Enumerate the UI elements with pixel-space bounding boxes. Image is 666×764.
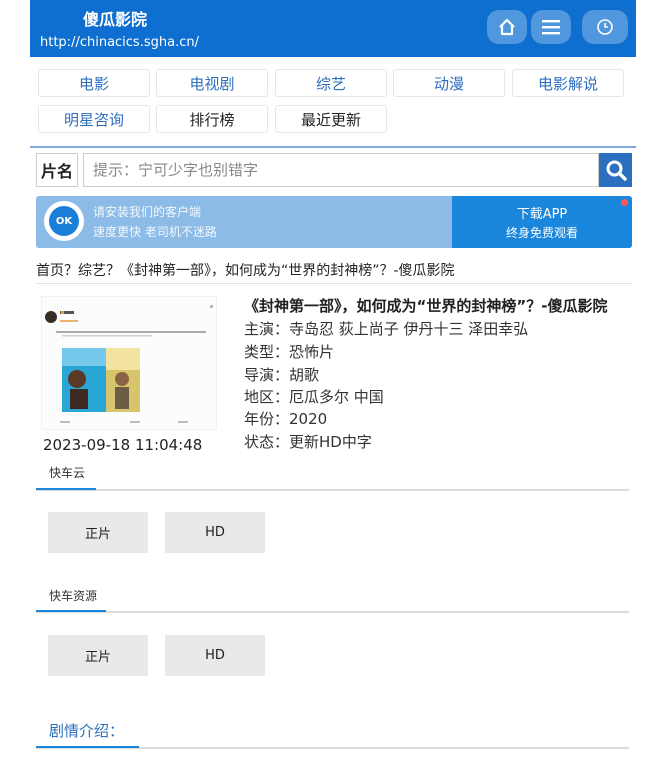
- movie-director: 导演：胡歌: [244, 366, 320, 384]
- search-bar: 片名: [36, 153, 632, 187]
- app-download-banner[interactable]: OK 请安装我们的客户端 速度更快 老司机不迷路 下载APP 终身免费观看: [36, 196, 632, 248]
- home-icon: [499, 18, 515, 36]
- episode-button-full[interactable]: 正片: [48, 635, 148, 676]
- nav-latest[interactable]: 最近更新: [275, 105, 387, 133]
- nav-tv[interactable]: 电视剧: [156, 69, 268, 97]
- movie-poster[interactable]: [41, 296, 217, 430]
- update-time: 2023-09-18 11:04:48: [43, 436, 203, 454]
- nav-variety[interactable]: 综艺: [275, 69, 387, 97]
- banner-line2: 速度更快 老司机不迷路: [93, 225, 217, 239]
- site-title[interactable]: 傻瓜影院: [83, 6, 147, 30]
- nav-movie-commentary[interactable]: 电影解说: [512, 69, 624, 97]
- breadcrumb-divider: [36, 283, 632, 284]
- movie-title: 《封神第一部》，如何成为“世界的封神榜”？-傻瓜影院: [244, 297, 608, 315]
- plot-active-indicator: [36, 746, 139, 748]
- nav-ranking[interactable]: 排行榜: [156, 105, 268, 133]
- movie-year: 年份：2020: [244, 410, 328, 428]
- plot-intro-heading: 剧情介绍：: [49, 722, 125, 740]
- search-label: 片名: [36, 153, 78, 187]
- download-app-subtitle: 终身免费观看: [505, 226, 578, 240]
- site-url[interactable]: http://chinacics.sgha.cn/: [40, 35, 199, 50]
- breadcrumb[interactable]: 首页？综艺？《封神第一部》，如何成为“世界的封神榜”？-傻瓜影院: [36, 260, 455, 280]
- episode-button-full[interactable]: 正片: [48, 512, 148, 553]
- source-tab-kuaicheziyuan[interactable]: 快车资源: [49, 587, 97, 604]
- movie-region: 地区：厄瓜多尔 中国: [244, 388, 384, 406]
- site-header: 傻瓜影院 http://chinacics.sgha.cn/: [30, 0, 636, 57]
- download-app-button[interactable]: 下载APP 终身免费观看: [452, 196, 632, 248]
- menu-icon: [542, 20, 560, 35]
- nav-movie[interactable]: 电影: [38, 69, 150, 97]
- poster-image: [42, 297, 216, 429]
- movie-cast: 主演：寺岛忍 荻上尚子 伊丹十三 泽田幸弘: [244, 320, 529, 338]
- menu-button[interactable]: [531, 10, 571, 44]
- movie-status: 状态：更新HD中字: [244, 433, 372, 451]
- search-icon: [606, 160, 627, 181]
- nav-star-news[interactable]: 明星咨询: [38, 105, 150, 133]
- search-button[interactable]: [599, 153, 632, 187]
- clock-icon: [597, 19, 613, 35]
- download-app-title: 下载APP: [516, 207, 568, 222]
- nav-anime[interactable]: 动漫: [393, 69, 505, 97]
- banner-line1: 请安装我们的客户端: [93, 205, 202, 219]
- source-divider: [36, 611, 629, 613]
- notification-dot: [621, 199, 628, 206]
- home-button[interactable]: [487, 10, 527, 44]
- source-active-indicator: [36, 488, 96, 490]
- history-button[interactable]: [582, 10, 628, 44]
- source-active-indicator: [36, 610, 106, 612]
- source-divider: [36, 489, 629, 491]
- app-logo-icon: OK: [44, 201, 84, 241]
- movie-genre: 类型：恐怖片: [244, 343, 335, 361]
- source-tab-kuaicheyun[interactable]: 快车云: [49, 464, 85, 481]
- search-input[interactable]: [83, 153, 599, 187]
- episode-button-hd[interactable]: HD: [165, 635, 265, 676]
- nav-divider: [30, 146, 636, 148]
- episode-button-hd[interactable]: HD: [165, 512, 265, 553]
